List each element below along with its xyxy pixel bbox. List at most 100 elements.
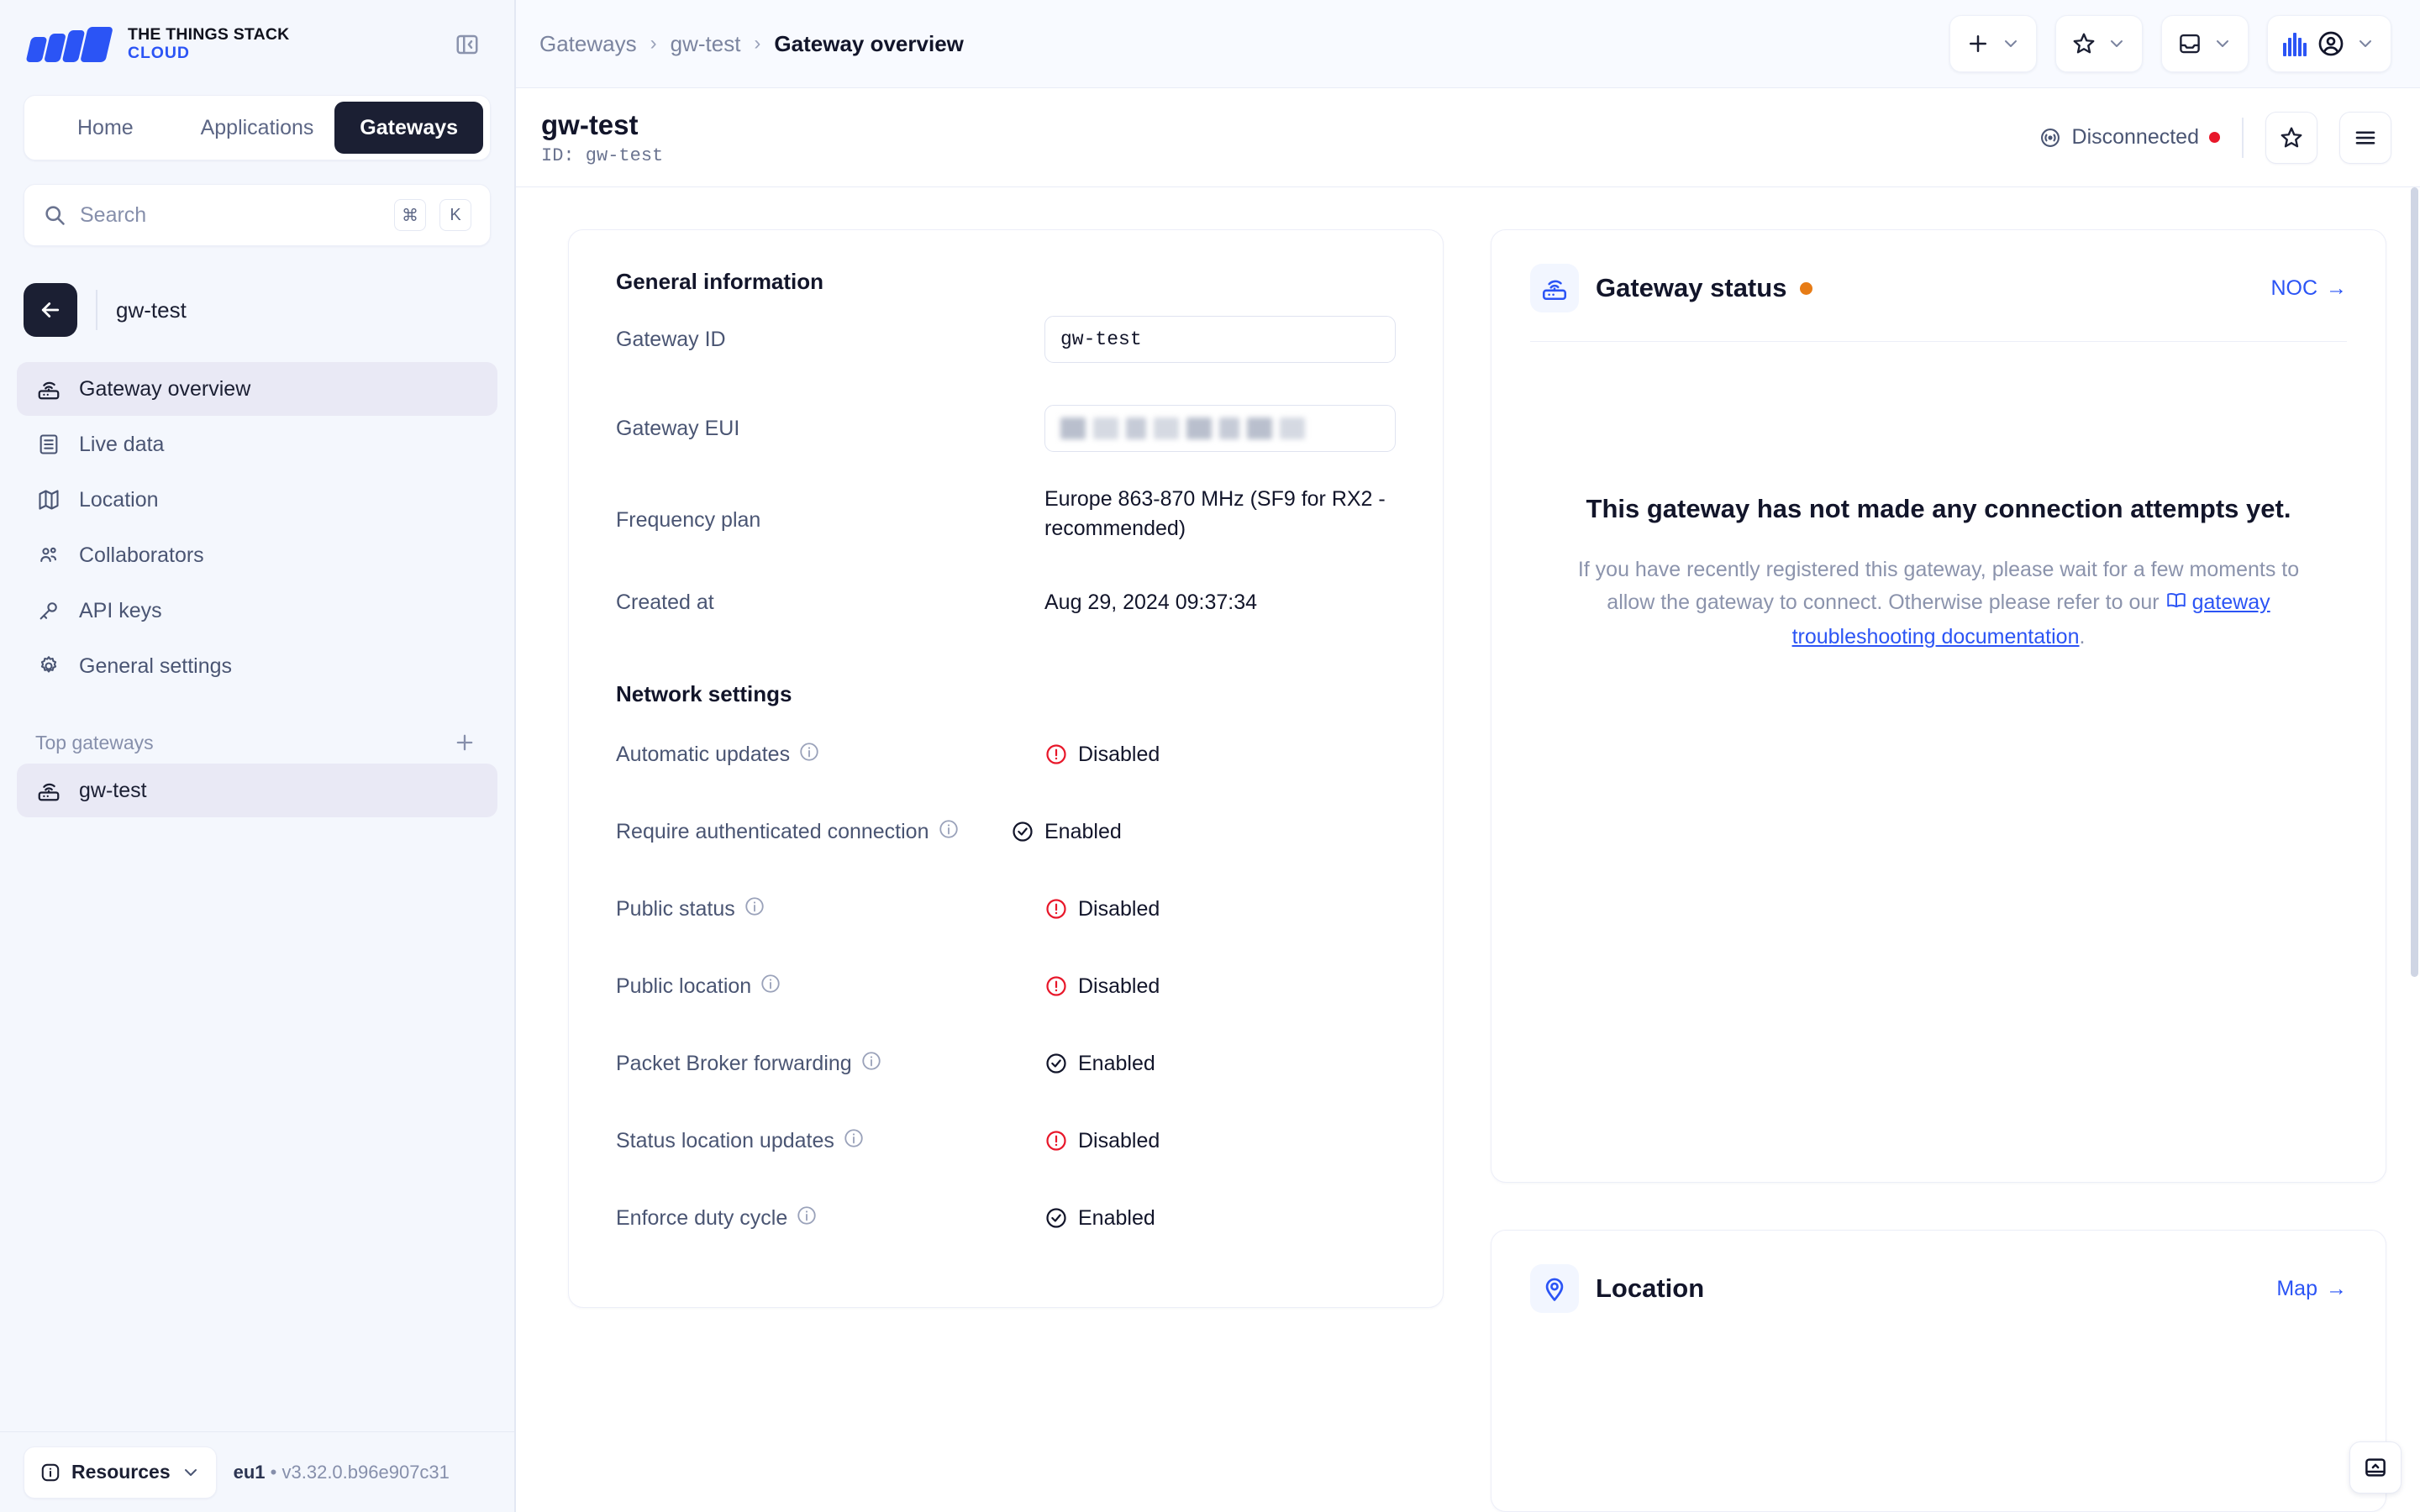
info-icon <box>39 1462 61 1483</box>
overflow-menu-button[interactable] <box>2339 112 2391 164</box>
sidebar-item-collaborators[interactable]: Collaborators <box>17 528 497 582</box>
sidebar-header: THE THINGS STACK CLOUD <box>0 0 514 88</box>
status-label: Enabled <box>1078 1206 1155 1231</box>
breadcrumb-item-gw-test[interactable]: gw-test <box>671 31 741 57</box>
search-shortcut-cmd: ⌘ <box>394 199 426 231</box>
separator: • <box>271 1462 277 1483</box>
search-input[interactable]: Search ⌘ K <box>24 184 491 246</box>
people-icon <box>35 542 62 569</box>
resources-label: Resources <box>71 1461 171 1483</box>
brand-logo[interactable]: THE THINGS STACK CLOUD <box>29 26 289 63</box>
info-icon[interactable] <box>843 1127 865 1155</box>
panel-title: Location <box>1596 1273 1704 1304</box>
error-icon <box>1044 1129 1068 1152</box>
sidebar-item-gateway-overview[interactable]: Gateway overview <box>17 362 497 416</box>
network-settings-title: Network settings <box>569 638 1443 716</box>
check-icon <box>1044 1206 1068 1230</box>
connection-status: Disconnected <box>2039 125 2220 150</box>
things-industries-logo-icon <box>2283 31 2307 56</box>
resources-button[interactable]: Resources <box>24 1446 217 1499</box>
sidebar-item-general-settings[interactable]: General settings <box>17 639 497 693</box>
panel-collapse-icon[interactable] <box>449 26 486 63</box>
status-label: Disabled <box>1078 974 1160 999</box>
list-icon <box>35 431 62 458</box>
add-menu-button[interactable] <box>1949 15 2037 72</box>
chevron-down-icon <box>2001 34 2021 54</box>
connection-status-label: Disconnected <box>2072 125 2199 150</box>
main-area: Gateways › gw-test › Gateway overview <box>516 0 2420 1512</box>
sidebar: THE THINGS STACK CLOUD Home Applications… <box>0 0 516 1512</box>
info-icon[interactable] <box>796 1205 818 1232</box>
breadcrumb-separator: › <box>754 32 760 55</box>
hamburger-icon <box>2353 125 2378 150</box>
top-gateways-section-header: Top gateways <box>35 728 479 757</box>
chevron-down-icon <box>2212 34 2233 54</box>
info-icon[interactable] <box>798 741 820 769</box>
sidebar-item-location[interactable]: Location <box>17 473 497 527</box>
location-card: Location Map → <box>1491 1230 2386 1512</box>
info-icon[interactable] <box>760 973 781 1000</box>
book-icon <box>2165 589 2187 622</box>
info-icon[interactable] <box>744 895 765 923</box>
empty-state-body: If you have recently registered this gat… <box>1576 554 2302 654</box>
signal-icon <box>2039 126 2062 150</box>
scrollbar[interactable] <box>2408 187 2420 1512</box>
row-label: Gateway ID <box>616 328 1044 352</box>
bookmark-button[interactable] <box>2265 112 2317 164</box>
map-icon <box>35 486 62 513</box>
frequency-plan-value: Europe 863-870 MHz (SF9 for RX2 - recomm… <box>1044 485 1396 543</box>
map-pin-icon <box>1530 1264 1579 1313</box>
noc-link[interactable]: NOC → <box>2270 276 2347 301</box>
gateway-status-card: Gateway status NOC → This gateway has no… <box>1491 229 2386 1183</box>
bookmarks-menu-button[interactable] <box>2055 15 2143 72</box>
row-label: Enforce duty cycle <box>616 1206 787 1231</box>
back-button[interactable] <box>24 283 77 337</box>
table-row: Require authenticated connection Enabled <box>616 793 1396 870</box>
scrollbar-thumb[interactable] <box>2411 187 2418 977</box>
status-label: Disabled <box>1078 743 1160 767</box>
sidebar-item-gw-test[interactable]: gw-test <box>17 764 497 817</box>
error-icon <box>1044 974 1068 998</box>
breadcrumb-item-gateways[interactable]: Gateways <box>539 31 637 57</box>
status-dot <box>2209 132 2220 143</box>
gateway-icon <box>35 375 62 402</box>
section-title: Top gateways <box>35 732 154 754</box>
empty-state-period: . <box>2079 625 2085 648</box>
row-label: Frequency plan <box>616 485 1044 533</box>
info-icon[interactable] <box>938 818 960 846</box>
sidebar-item-api-keys[interactable]: API keys <box>17 584 497 638</box>
plus-icon[interactable] <box>450 728 479 757</box>
map-link[interactable]: Map → <box>2276 1277 2347 1301</box>
star-icon <box>2071 31 2096 56</box>
key-icon <box>35 597 62 624</box>
status-badge: Enabled <box>1044 1052 1396 1076</box>
info-icon[interactable] <box>860 1050 882 1078</box>
notifications-menu-button[interactable] <box>2161 15 2249 72</box>
page-header: gw-test ID: gw-test Disconnected <box>516 88 2420 187</box>
page-content: General information Gateway ID gw-test G… <box>516 187 2420 1512</box>
gateway-id-field[interactable]: gw-test <box>1044 316 1396 363</box>
tab-gateways[interactable]: Gateways <box>334 102 483 154</box>
location-header: Location Map → <box>1491 1231 2386 1313</box>
empty-state-text: If you have recently registered this gat… <box>1578 558 2299 614</box>
panel-expand-button[interactable] <box>2349 1441 2402 1494</box>
version-label: v3.32.0.b96e907c31 <box>282 1462 450 1483</box>
gateway-eui-field[interactable] <box>1044 405 1396 452</box>
sidebar-footer: Resources eu1 • v3.32.0.b96e907c31 <box>0 1431 514 1512</box>
left-column: General information Gateway ID gw-test G… <box>568 229 1444 1512</box>
row-label: Public location <box>616 974 751 999</box>
table-row: Gateway EUI <box>616 384 1396 473</box>
sidebar-tabs: Home Applications Gateways <box>24 95 491 160</box>
network-settings-rows: Automatic updates Disabled <box>569 716 1443 1307</box>
page-header-actions: Disconnected <box>2039 112 2391 164</box>
table-row: Status location updates Disabled <box>616 1102 1396 1179</box>
tab-applications[interactable]: Applications <box>183 102 332 154</box>
table-row: Automatic updates Disabled <box>616 716 1396 793</box>
row-label: Gateway EUI <box>616 417 1044 441</box>
profile-menu-button[interactable] <box>2267 15 2391 72</box>
sidebar-item-label: Collaborators <box>79 543 204 568</box>
gateway-icon <box>35 777 62 804</box>
sidebar-item-label: General settings <box>79 654 232 679</box>
sidebar-item-live-data[interactable]: Live data <box>17 417 497 471</box>
tab-home[interactable]: Home <box>31 102 180 154</box>
